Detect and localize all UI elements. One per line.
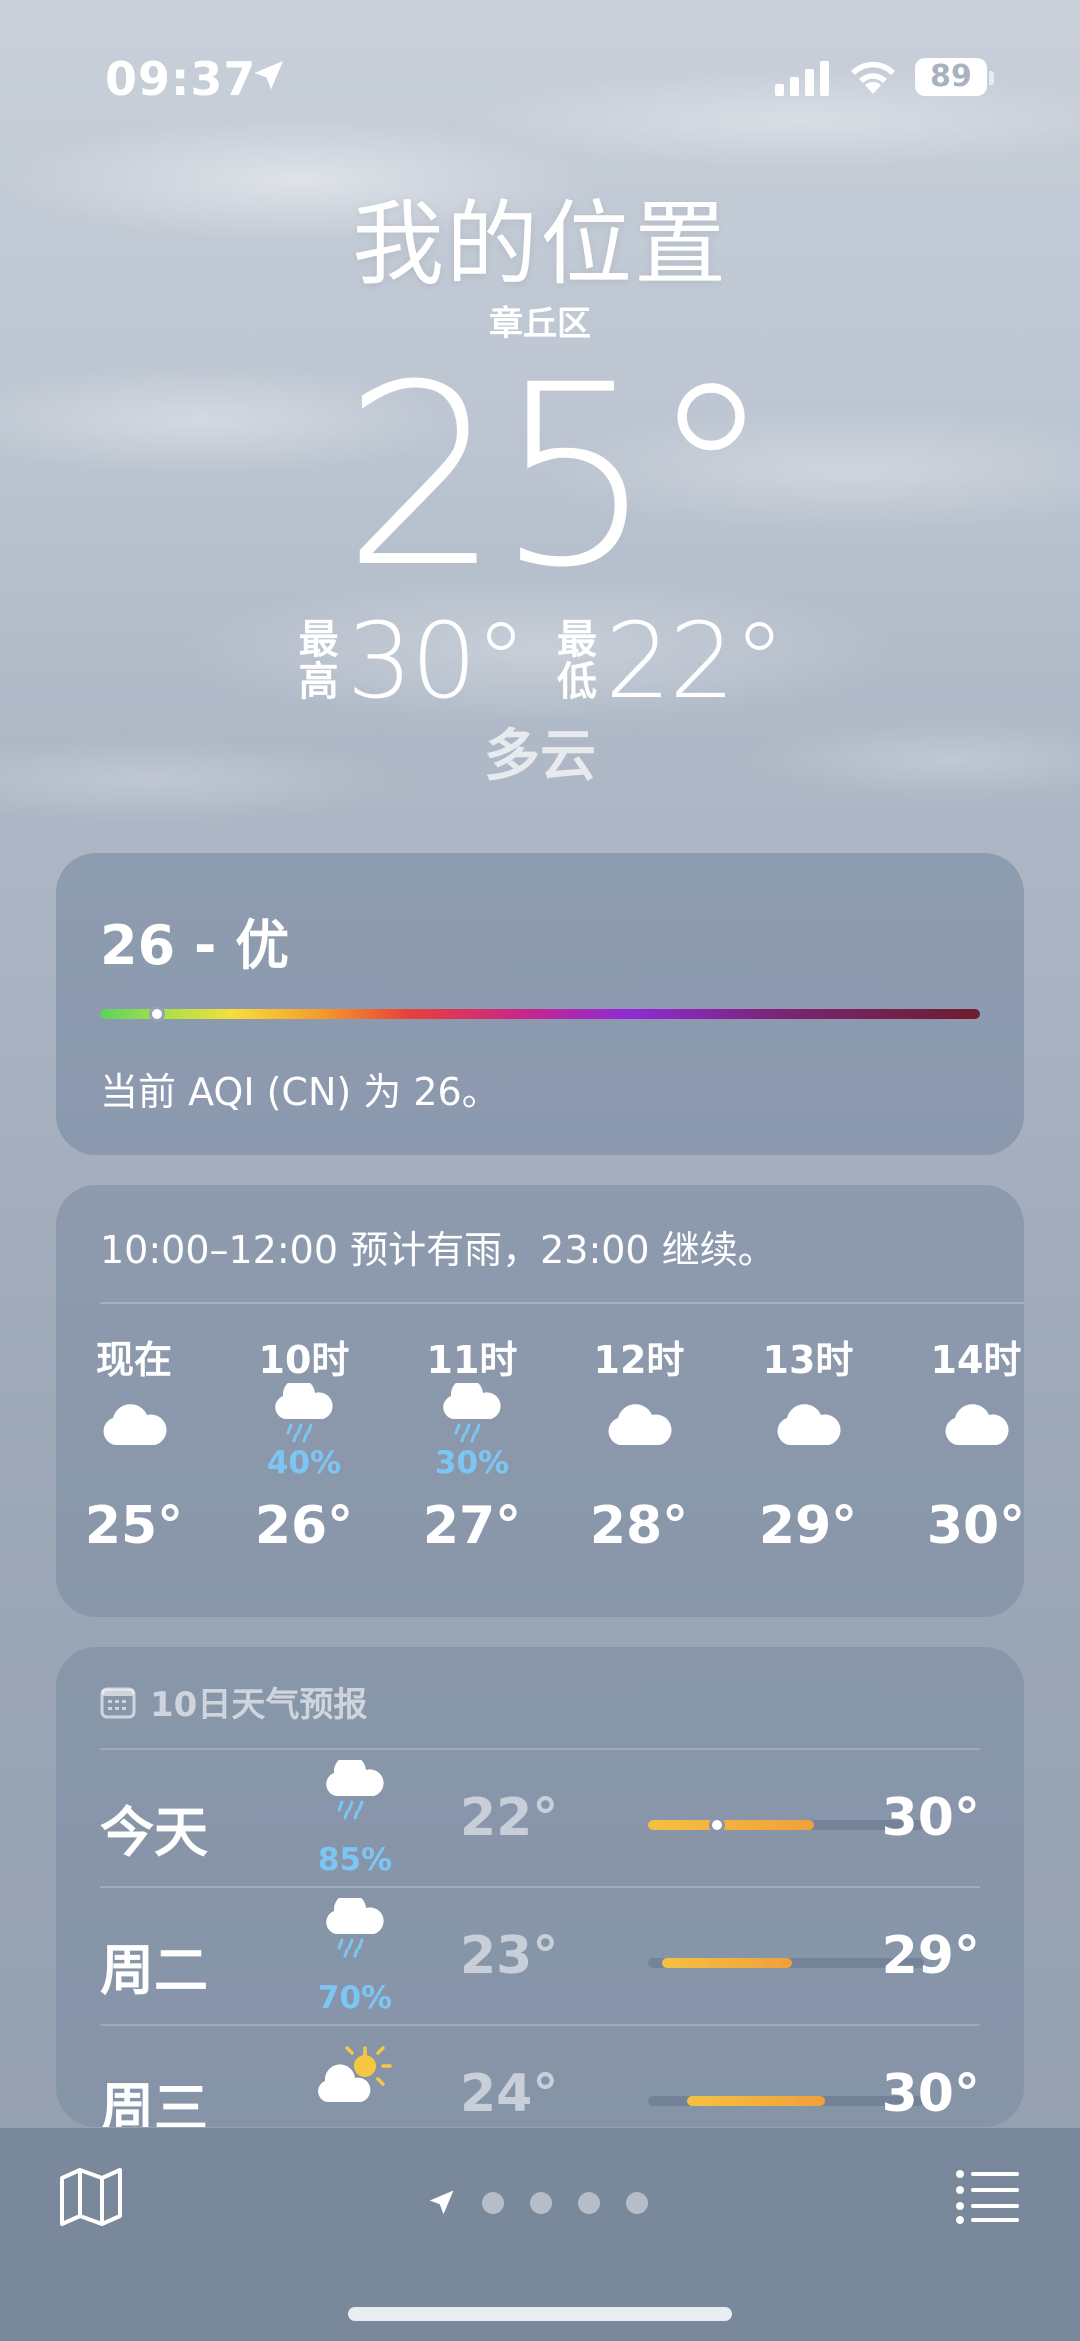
high-value: 30° [346, 600, 527, 722]
hour-item: 14时 30° [896, 1335, 1024, 1561]
hour-item: 10时 40% 26° [224, 1335, 384, 1561]
aqi-value: 26 - 优 [100, 914, 290, 977]
hour-temp: 28° [589, 1496, 689, 1556]
hour-temp: 25° [84, 1496, 184, 1556]
status-time: 09:37 [105, 52, 257, 106]
daily-heading: 10日天气预报 [100, 1677, 367, 1726]
partly-sunny-icon [318, 2046, 392, 2102]
day-label: 今天 [100, 1801, 208, 1864]
low-temp: 24° [460, 2064, 559, 2124]
aqi-scale-bar [100, 1009, 980, 1019]
location-arrow-icon [254, 61, 283, 90]
hour-label: 13时 [762, 1338, 854, 1382]
cloud-icon [103, 1404, 167, 1445]
cloud-rain-icon [326, 1898, 384, 1958]
cloud-icon [777, 1404, 841, 1445]
current-temp-dot [709, 1817, 725, 1833]
day-row[interactable]: 周二 70% 23° 29° [100, 1886, 980, 2024]
cloud-rain-icon [275, 1383, 333, 1443]
hour-label: 10时 [258, 1338, 350, 1382]
condition-label: 多云 [484, 724, 596, 789]
low-temp: 23° [460, 1926, 559, 1986]
hour-temp: 26° [254, 1496, 354, 1556]
high-group: 最高 30° [297, 600, 527, 722]
hour-item: 12时 28° [559, 1335, 719, 1561]
high-temp: 30° [881, 2064, 980, 2124]
hour-temp: 30° [926, 1496, 1024, 1556]
high-temp: 30° [881, 1788, 980, 1848]
cloud-rain-icon [326, 1760, 384, 1820]
location-title: 我的位置 [351, 191, 728, 298]
status-bar: 09:37 89 [0, 52, 1080, 112]
cloud-icon [608, 1404, 672, 1445]
page-dot[interactable] [578, 2192, 600, 2214]
hourly-list[interactable]: 现在 25° 10时 40% 26° 11时 30% 27° 12时 28° 1… [56, 1335, 1024, 1615]
hour-label: 11时 [426, 1338, 518, 1382]
aqi-description: 当前 AQI (CN) 为 26。 [100, 1070, 500, 1114]
hour-temp: 29° [758, 1496, 858, 1556]
wifi-icon [851, 61, 895, 94]
low-temp: 22° [460, 1788, 559, 1848]
cloud-icon [945, 1404, 1009, 1445]
hour-item: 13时 29° [728, 1335, 888, 1561]
temp-range-fill [686, 2096, 825, 2106]
hourly-forecast-card[interactable]: 10:00–12:00 预计有雨，23:00 继续。 现在 25° 10时 40… [56, 1185, 1024, 1617]
home-indicator[interactable] [348, 2307, 732, 2321]
daily-heading-label: 10日天气预报 [150, 1685, 368, 1725]
precip-chance: 85% [317, 1842, 393, 1878]
day-label: 周二 [100, 1939, 208, 2002]
day-row[interactable]: 周三 24° 30° [100, 2024, 980, 2127]
page-dot[interactable] [530, 2192, 552, 2214]
page-indicator[interactable] [426, 2188, 648, 2218]
precip-chance: 40% [266, 1445, 342, 1481]
current-temperature: 25° [342, 331, 773, 622]
high-low: 最高 30° 最低 22° [0, 606, 1080, 716]
precip-chance: 30% [434, 1445, 510, 1481]
map-icon[interactable] [58, 2164, 124, 2230]
divider [100, 1302, 1024, 1304]
low-label: 最低 [557, 617, 597, 705]
page-dot[interactable] [626, 2192, 648, 2214]
location-arrow-icon [429, 2190, 454, 2215]
daily-forecast-card[interactable]: 10日天气预报 今天 85% 22° 30° 周二 70% 23° 29° 周三… [56, 1647, 1024, 2127]
high-temp: 29° [881, 1926, 980, 1986]
low-value: 22° [605, 600, 785, 722]
temp-range-fill [661, 1958, 792, 1968]
hour-label: 12时 [593, 1338, 685, 1382]
aqi-card[interactable]: 26 - 优 当前 AQI (CN) 为 26。 [56, 853, 1024, 1155]
list-icon[interactable] [955, 2168, 1021, 2224]
weather-header: 我的位置 章丘区 25° 最高 30° 最低 22° 多云 [0, 190, 1080, 792]
precip-chance: 70% [317, 1980, 393, 2016]
day-row[interactable]: 今天 85% 22° 30° [100, 1748, 980, 1886]
aqi-indicator [149, 1006, 165, 1022]
calendar-icon [100, 1687, 136, 1718]
hour-item: 现在 25° [56, 1335, 214, 1561]
page-dot[interactable] [482, 2192, 504, 2214]
hour-label: 14时 [930, 1338, 1022, 1382]
cellular-signal-icon [775, 61, 829, 96]
battery-icon: 89 [915, 58, 987, 96]
day-label: 周三 [100, 2077, 208, 2127]
high-label: 最高 [298, 617, 339, 705]
hour-label: 现在 [95, 1338, 172, 1382]
hour-temp: 27° [422, 1496, 522, 1556]
temp-range-fill [648, 1820, 814, 1830]
cloud-rain-icon [443, 1383, 501, 1443]
hourly-summary: 10:00–12:00 预计有雨，23:00 继续。 [100, 1228, 776, 1272]
hour-item: 11时 30% 27° [392, 1335, 552, 1561]
low-group: 最低 22° [555, 600, 785, 722]
battery-tip [989, 71, 994, 85]
